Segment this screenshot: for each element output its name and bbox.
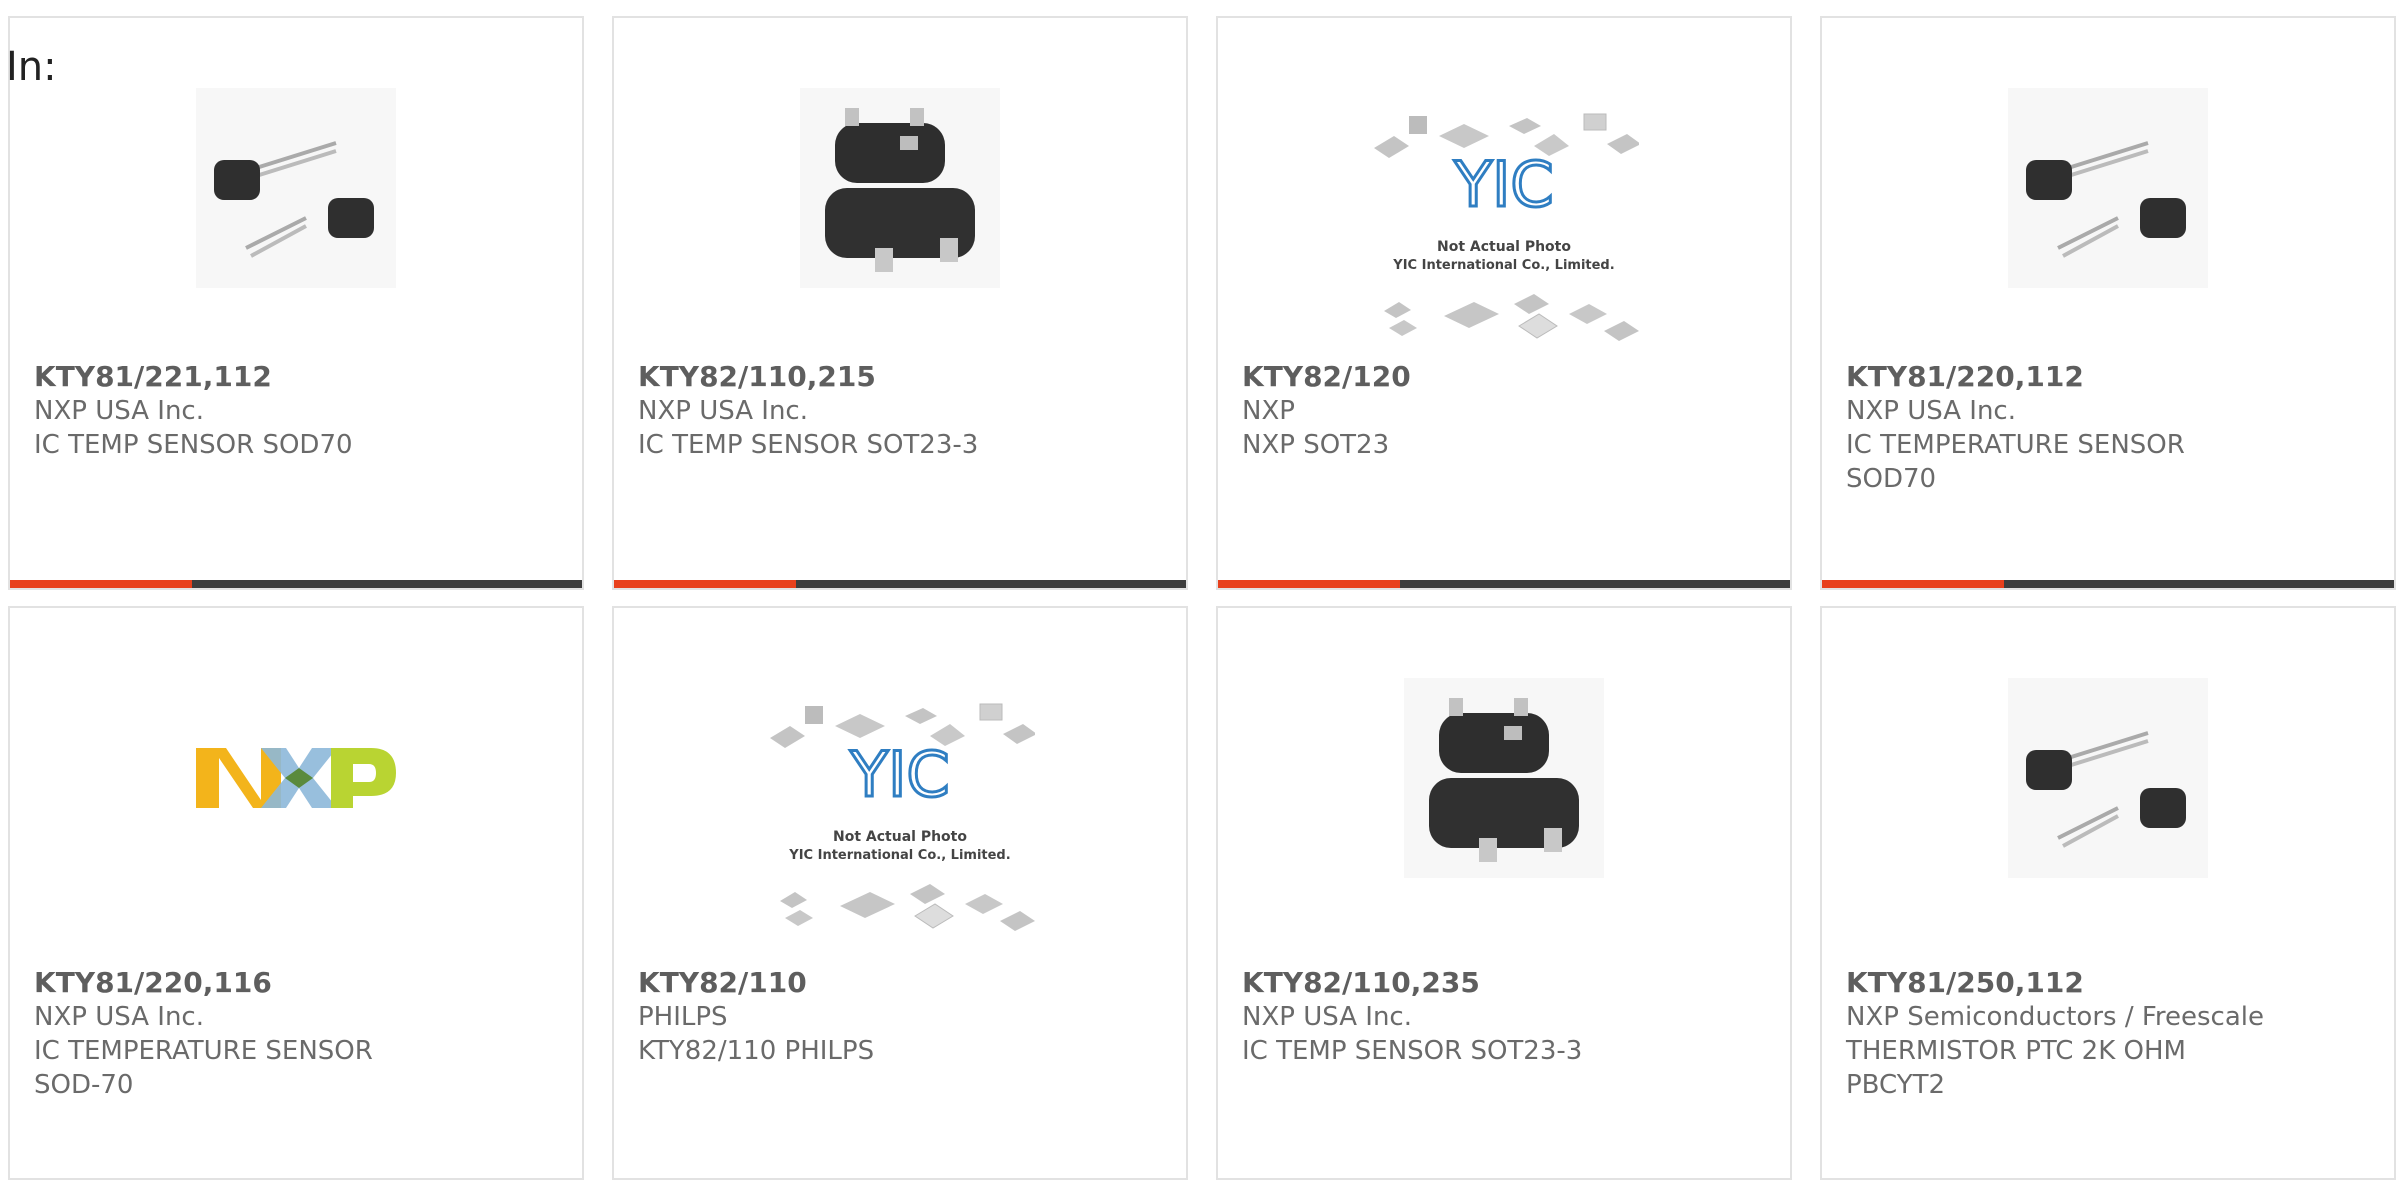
card-footer-bar (1822, 580, 2394, 588)
manufacturer: PHILPS (638, 1002, 728, 1032)
product-card[interactable]: KTY82/110,235 NXP USA Inc. IC TEMP SENSO… (1216, 606, 1792, 1180)
card-footer-bar (1218, 580, 1790, 588)
to92-sensor-image (196, 88, 396, 288)
manufacturer: NXP USA Inc. (34, 1002, 204, 1032)
accent-bar (10, 580, 192, 588)
sot23-package-image (1404, 678, 1604, 878)
nxp-logo (196, 748, 396, 808)
product-card[interactable]: KTY81/220,116 NXP USA Inc. IC TEMPERATUR… (8, 606, 584, 1180)
product-card[interactable]: YIC Not Actual Photo YIC International C… (612, 606, 1188, 1180)
placeholder-caption: YIC International Co., Limited. (1392, 258, 1614, 273)
part-number[interactable]: KTY82/110,235 (1242, 966, 1480, 999)
accent-bar (1822, 580, 2004, 588)
description: IC TEMPERATURE SENSOR SOD70 (1846, 430, 2185, 494)
accent-bar (614, 580, 796, 588)
product-card[interactable]: KTY81/220,112 NXP USA Inc. IC TEMPERATUR… (1820, 16, 2396, 590)
yic-logo: YIC (1453, 148, 1553, 221)
description: IC TEMP SENSOR SOD70 (34, 430, 353, 460)
description: THERMISTOR PTC 2K OHM PBCYT2 (1846, 1036, 2186, 1100)
product-card[interactable]: KTY81/221,112 NXP USA Inc. IC TEMP SENSO… (8, 16, 584, 590)
description: KTY82/110 PHILPS (638, 1036, 875, 1066)
yic-logo: YIC (849, 738, 949, 811)
description: IC TEMP SENSOR SOT23-3 (638, 430, 979, 460)
sot23-package-image (800, 88, 1000, 288)
part-number[interactable]: KTY82/110 (638, 966, 807, 999)
to92-sensor-image (2008, 678, 2208, 878)
product-card[interactable]: KTY81/250,112 NXP Semiconductors / Frees… (1820, 606, 2396, 1180)
description: IC TEMP SENSOR SOT23-3 (1242, 1036, 1583, 1066)
in-label: In: (6, 44, 57, 90)
placeholder-caption: Not Actual Photo (1437, 239, 1571, 255)
part-number[interactable]: KTY81/220,116 (34, 966, 272, 999)
placeholder-caption: YIC International Co., Limited. (788, 848, 1010, 863)
part-number[interactable]: KTY81/250,112 (1846, 966, 2084, 999)
manufacturer: NXP USA Inc. (34, 396, 204, 426)
manufacturer: NXP USA Inc. (638, 396, 808, 426)
part-number[interactable]: KTY81/220,112 (1846, 360, 2084, 393)
not-actual-photo-placeholder: YIC Not Actual Photo YIC International C… (1369, 106, 1639, 356)
product-card[interactable]: YIC Not Actual Photo YIC International C… (1216, 16, 1792, 590)
description: IC TEMPERATURE SENSOR SOD-70 (34, 1036, 373, 1100)
description: NXP SOT23 (1242, 430, 1390, 460)
manufacturer: NXP (1242, 396, 1295, 426)
product-grid: KTY81/221,112 NXP USA Inc. IC TEMP SENSO… (0, 0, 2400, 1180)
part-number[interactable]: KTY82/120 (1242, 360, 1411, 393)
manufacturer: NXP USA Inc. (1846, 396, 2016, 426)
to92-sensor-image (2008, 88, 2208, 288)
not-actual-photo-placeholder: YIC Not Actual Photo YIC International C… (765, 696, 1035, 946)
accent-bar (1218, 580, 1400, 588)
card-footer-bar (10, 580, 582, 588)
manufacturer: NXP Semiconductors / Freescale (1846, 1002, 2265, 1032)
part-number[interactable]: KTY82/110,215 (638, 360, 876, 393)
manufacturer: NXP USA Inc. (1242, 1002, 1412, 1032)
card-footer-bar (614, 580, 1186, 588)
part-number[interactable]: KTY81/221,112 (34, 360, 272, 393)
placeholder-caption: Not Actual Photo (833, 829, 967, 845)
product-card[interactable]: KTY82/110,215 NXP USA Inc. IC TEMP SENSO… (612, 16, 1188, 590)
